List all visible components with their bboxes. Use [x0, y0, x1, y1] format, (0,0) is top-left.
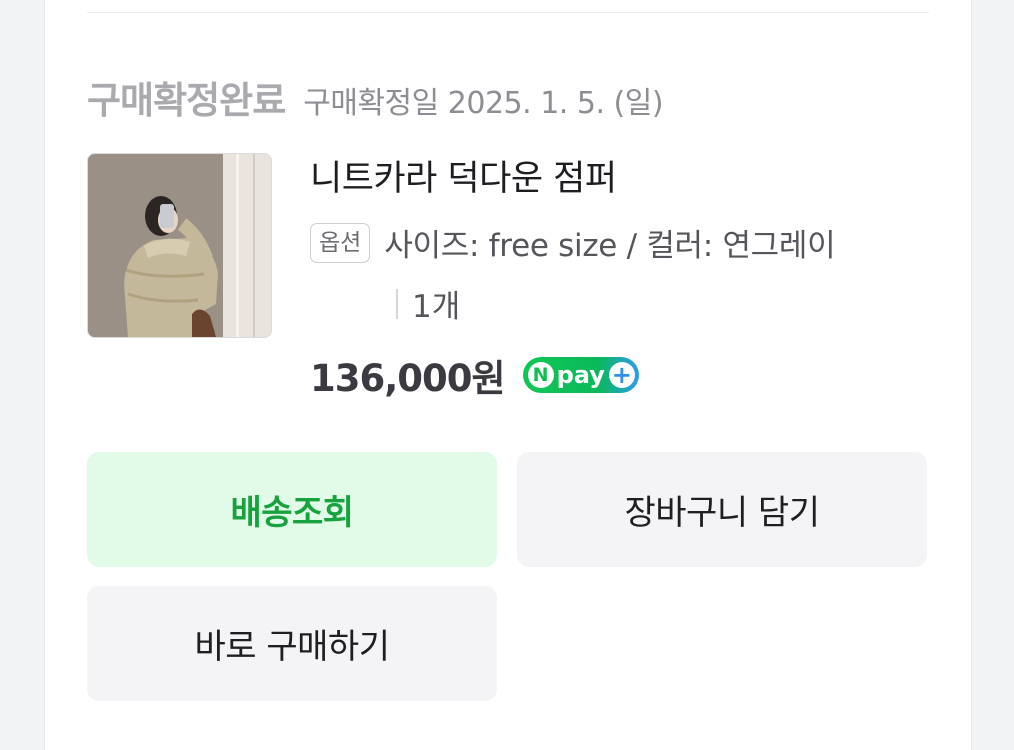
- divider: [87, 12, 929, 13]
- npay-label: pay: [556, 361, 605, 389]
- price-row: 136,000원 N pay +: [310, 348, 930, 402]
- product-price: 136,000원: [310, 357, 506, 400]
- product-photo-icon: [88, 154, 271, 337]
- quantity: 1개: [412, 289, 461, 325]
- product-info: 니트카라 덕다운 점퍼 옵션 사이즈: free size / 컬러: 연그레이…: [310, 150, 930, 402]
- option-row: 옵션 사이즈: free size / 컬러: 연그레이: [310, 220, 930, 265]
- buy-now-button[interactable]: 바로 구매하기: [87, 586, 497, 701]
- order-card: 구매확정완료 구매확정일 2025. 1. 5. (일) 니트카라 덕다운 점퍼…: [44, 0, 972, 750]
- option-text: 사이즈: free size / 컬러: 연그레이: [384, 228, 836, 264]
- quantity-row: 1개: [396, 281, 930, 326]
- npay-n-icon: N: [527, 362, 554, 388]
- product-thumbnail[interactable]: [87, 153, 272, 338]
- order-status-row: 구매확정완료 구매확정일 2025. 1. 5. (일): [87, 70, 664, 124]
- add-to-cart-button[interactable]: 장바구니 담기: [517, 452, 927, 567]
- product-name[interactable]: 니트카라 덕다운 점퍼: [310, 150, 930, 208]
- npay-plus-badge: N pay +: [522, 357, 639, 393]
- quantity-separator: [396, 288, 398, 319]
- option-badge: 옵션: [310, 222, 371, 263]
- order-status: 구매확정완료: [87, 79, 286, 122]
- plus-icon: +: [608, 362, 635, 388]
- confirm-date: 구매확정일 2025. 1. 5. (일): [303, 86, 664, 121]
- track-delivery-button[interactable]: 배송조회: [87, 452, 497, 567]
